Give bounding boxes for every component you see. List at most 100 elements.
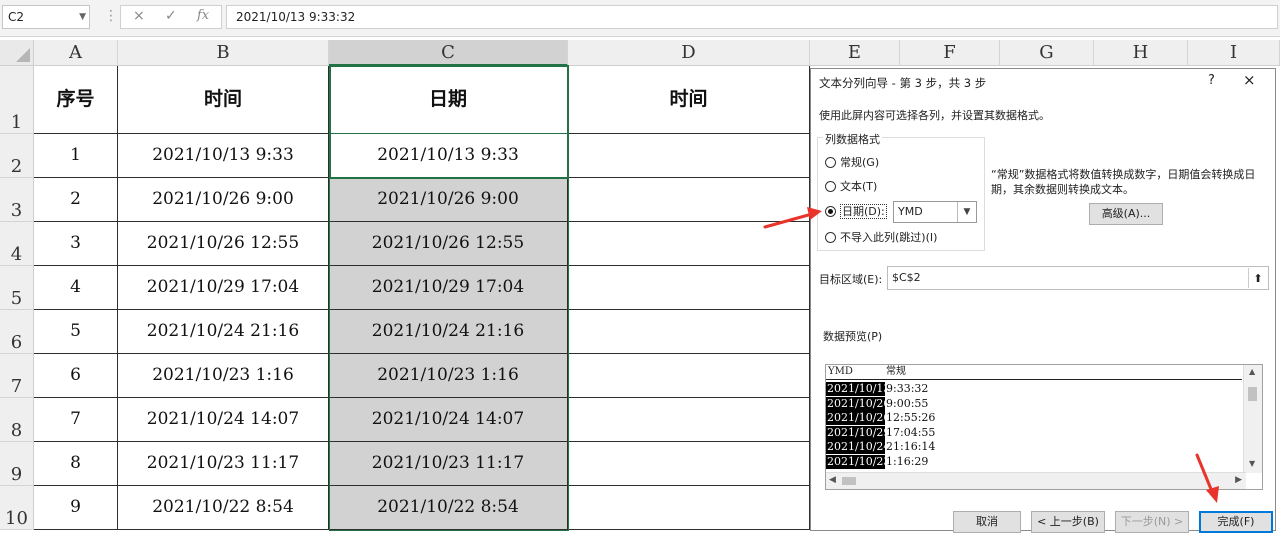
scroll-thumb[interactable] <box>842 477 856 485</box>
cell-date[interactable]: 2021/10/23 11:17 <box>329 442 568 486</box>
cell-number[interactable]: 8 <box>34 442 118 486</box>
cell-time[interactable]: 2021/10/23 1:16 <box>118 354 329 398</box>
preview-cell-date[interactable]: 2021/10/13 <box>826 382 890 396</box>
more-icon[interactable]: ⋮ <box>104 8 118 24</box>
cell-date[interactable]: 2021/10/26 12:55 <box>329 222 568 266</box>
header-cell[interactable]: 日期 <box>329 66 568 134</box>
cell-time[interactable]: 2021/10/22 8:54 <box>118 486 329 530</box>
enter-icon[interactable]: ✓ <box>165 8 177 24</box>
cell-number[interactable]: 2 <box>34 178 118 222</box>
cell-time[interactable]: 2021/10/23 11:17 <box>118 442 329 486</box>
date-format-select[interactable]: YMD ▼ <box>893 201 977 223</box>
preview-cell-time[interactable]: 17:04:55 <box>886 426 935 440</box>
cell-time[interactable]: 2021/10/13 9:33 <box>118 134 329 178</box>
preview-cell-time[interactable]: 9:33:32 <box>886 382 928 396</box>
cell-empty[interactable] <box>568 354 810 398</box>
preview-header-col2[interactable]: 常规 <box>886 365 906 379</box>
cancel-button[interactable]: 取消 <box>953 511 1021 533</box>
help-icon[interactable]: ? <box>1208 73 1215 88</box>
insert-function-icon[interactable]: fx <box>197 8 209 23</box>
cell-number[interactable]: 5 <box>34 310 118 354</box>
column-header-f[interactable]: F <box>900 40 1000 66</box>
cell-empty[interactable] <box>568 310 810 354</box>
next-button[interactable]: 下一步(N) > <box>1115 511 1189 533</box>
preview-cell-date[interactable]: 2021/10/23 <box>826 454 890 469</box>
column-header-i[interactable]: I <box>1188 40 1280 66</box>
cell-date[interactable]: 2021/10/13 9:33 <box>329 134 568 178</box>
cell-date[interactable]: 2021/10/24 14:07 <box>329 398 568 442</box>
preview-vertical-scrollbar[interactable]: ▲ ▼ <box>1243 365 1262 473</box>
preview-cell-time[interactable]: 12:55:26 <box>886 411 935 425</box>
row-header-10[interactable]: 10 <box>0 486 34 530</box>
column-header-b[interactable]: B <box>118 40 329 66</box>
cancel-icon[interactable]: × <box>133 8 145 24</box>
column-header-d[interactable]: D <box>568 40 810 66</box>
cell-date[interactable]: 2021/10/23 1:16 <box>329 354 568 398</box>
column-header-c[interactable]: C <box>329 40 568 66</box>
chevron-down-icon[interactable]: ▼ <box>957 202 976 222</box>
row-header-1[interactable]: 1 <box>0 66 34 134</box>
scroll-down-icon[interactable]: ▼ <box>1249 459 1255 468</box>
radio-skip[interactable]: 不导入此列(跳过)(I) <box>825 230 937 246</box>
header-cell[interactable]: 序号 <box>34 66 118 134</box>
cell-date[interactable]: 2021/10/24 21:16 <box>329 310 568 354</box>
preview-cell-date[interactable]: 2021/10/26 <box>826 396 890 411</box>
column-header-g[interactable]: G <box>1000 40 1094 66</box>
cell-date[interactable]: 2021/10/22 8:54 <box>329 486 568 530</box>
collapse-dialog-icon[interactable]: ⬆ <box>1248 268 1267 288</box>
data-preview[interactable]: YMD 常规 2021/10/13 9:33:32 2021/10/26 9:00:5… <box>825 364 1263 490</box>
preview-cell-time[interactable]: 1:16:29 <box>886 455 928 469</box>
cell-empty[interactable] <box>568 398 810 442</box>
cell-number[interactable]: 7 <box>34 398 118 442</box>
radio-date[interactable]: 日期(D): <box>825 204 887 220</box>
row-header-2[interactable]: 2 <box>0 134 34 178</box>
advanced-button[interactable]: 高级(A)... <box>1089 203 1163 225</box>
formula-input[interactable]: 2021/10/13 9:33:32 <box>226 5 1278 29</box>
row-header-4[interactable]: 4 <box>0 222 34 266</box>
radio-text[interactable]: 文本(T) <box>825 179 877 195</box>
preview-cell-time[interactable]: 21:16:14 <box>886 440 935 454</box>
radio-general[interactable]: 常规(G) <box>825 155 879 171</box>
header-cell[interactable]: 时间 <box>118 66 329 134</box>
preview-cell-time[interactable]: 9:00:55 <box>886 397 928 411</box>
cell-empty[interactable] <box>568 178 810 222</box>
chevron-down-icon[interactable]: ▼ <box>79 6 86 28</box>
cell-empty[interactable] <box>568 266 810 310</box>
cell-number[interactable]: 3 <box>34 222 118 266</box>
preview-cell-date[interactable]: 2021/10/26 <box>826 411 890 425</box>
finish-button[interactable]: 完成(F) <box>1199 511 1273 533</box>
preview-horizontal-scrollbar[interactable]: ◀ ▶ <box>826 472 1246 489</box>
select-all-corner[interactable] <box>0 40 34 66</box>
scroll-left-icon[interactable]: ◀ <box>829 475 836 485</box>
cell-empty[interactable] <box>568 442 810 486</box>
header-cell[interactable]: 时间 <box>568 66 810 134</box>
preview-cell-date[interactable]: 2021/10/29 <box>826 425 890 440</box>
row-header-3[interactable]: 3 <box>0 178 34 222</box>
column-header-h[interactable]: H <box>1094 40 1188 66</box>
destination-input[interactable]: $C$2 ⬆ <box>887 266 1269 290</box>
column-header-a[interactable]: A <box>34 40 118 66</box>
scroll-right-icon[interactable]: ▶ <box>1235 475 1242 485</box>
cell-number[interactable]: 6 <box>34 354 118 398</box>
column-header-e[interactable]: E <box>810 40 900 66</box>
preview-header-col1[interactable]: YMD <box>828 365 853 379</box>
cell-time[interactable]: 2021/10/24 21:16 <box>118 310 329 354</box>
row-header-8[interactable]: 8 <box>0 398 34 442</box>
row-header-6[interactable]: 6 <box>0 310 34 354</box>
cell-number[interactable]: 4 <box>34 266 118 310</box>
row-header-9[interactable]: 9 <box>0 442 34 486</box>
close-icon[interactable]: × <box>1243 71 1256 89</box>
cell-number[interactable]: 1 <box>34 134 118 178</box>
cell-time[interactable]: 2021/10/26 12:55 <box>118 222 329 266</box>
cell-empty[interactable] <box>568 222 810 266</box>
cell-date[interactable]: 2021/10/29 17:04 <box>329 266 568 310</box>
back-button[interactable]: < 上一步(B) <box>1031 511 1105 533</box>
row-header-5[interactable]: 5 <box>0 266 34 310</box>
scroll-thumb[interactable] <box>1248 387 1257 401</box>
cell-time[interactable]: 2021/10/26 9:00 <box>118 178 329 222</box>
name-box[interactable]: C2 ▼ <box>2 5 90 29</box>
cell-empty[interactable] <box>568 134 810 178</box>
cell-time[interactable]: 2021/10/24 14:07 <box>118 398 329 442</box>
preview-cell-date[interactable]: 2021/10/24 <box>826 440 890 454</box>
cell-time[interactable]: 2021/10/29 17:04 <box>118 266 329 310</box>
